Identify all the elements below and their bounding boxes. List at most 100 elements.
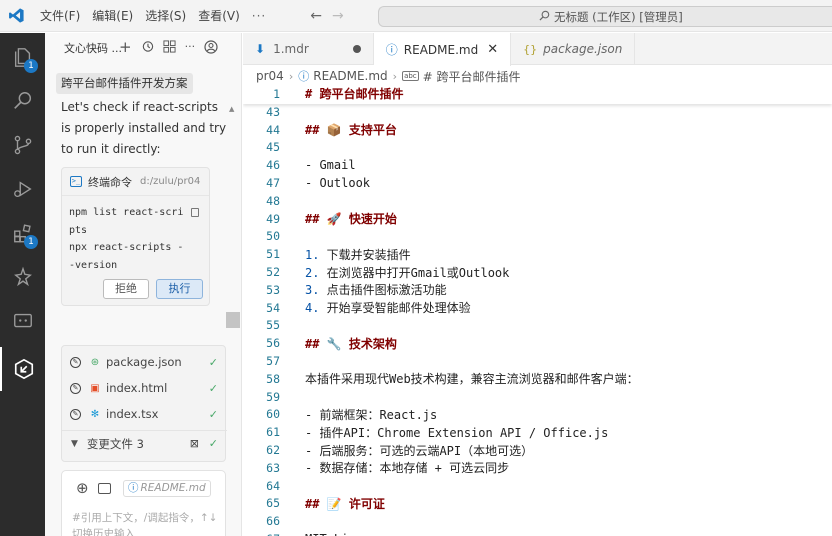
code-line-row[interactable]: 65 ## 📝 许可证 [243,495,832,513]
code-line-row[interactable]: 43 [243,103,832,121]
run-debug-icon[interactable] [0,167,45,211]
tab-readme[interactable]: ⓘ README.md ✕ [373,33,512,66]
file-name: package.json [106,355,182,369]
edit-icon: ✎ [70,408,81,420]
workspace-title: 无标题 (工作区) [管理员] [554,9,683,24]
changed-files-summary[interactable]: ▼ 变更文件 3 ⊠ ✓ [62,430,227,456]
chat-input-placeholder[interactable]: #引用上下文，/调起指令，↑↓切换历史输入 [72,510,220,536]
file-row[interactable]: ✎ ✻ index.tsx ✓ [62,401,227,427]
menu-more[interactable]: ··· [246,0,272,32]
diff-view-icon[interactable]: ⊠ [190,437,199,450]
info-icon: ⓘ [128,482,139,494]
explorer-badge: 1 [24,59,38,73]
line-number: 43 [266,104,280,119]
extensions-badge: 1 [24,235,38,249]
code-line-row[interactable]: 63 - 数据存储：本地存储 + 可选云同步 [243,459,832,477]
code-line: ## 🔧 技术架构 [305,336,397,351]
menu-file[interactable]: 文件(F) [34,0,86,32]
code-line-row[interactable]: 46 - Gmail [243,156,832,174]
file-name: index.html [106,381,168,395]
code-line-row[interactable]: 60 - 前端框架：React.js [243,406,832,424]
chat-input-box[interactable]: ⊕ ⓘ README.md #引用上下文，/调起指令，↑↓切换历史输入 [61,470,226,536]
close-icon[interactable]: ✕ [487,42,498,57]
tab-package-json[interactable]: {} package.json [511,33,636,65]
code-line-row[interactable]: 67 MIT License [243,530,832,536]
account-icon[interactable] [204,40,218,57]
back-arrow-icon[interactable]: ← [310,8,322,24]
file-row[interactable]: ✎ ▣ index.html ✓ [62,375,227,401]
tab-1-mdr[interactable]: ⬇ 1.mdr [243,33,374,65]
chat-header: 文心快码 ... + ··· [45,33,241,63]
code-line-row[interactable]: 52 2. 在浏览器中打开Gmail或Outlook [243,263,832,281]
search-sidebar-icon[interactable] [0,79,45,123]
breadcrumb-symbol[interactable]: # 跨平台邮件插件 [423,68,521,85]
info-icon: ⓘ [298,70,310,83]
breadcrumb-file[interactable]: README.md [313,69,387,83]
terminal-card-title: 终端命令 [88,175,132,189]
code-line-row[interactable]: 58 本插件采用现代Web技术构建，兼容主流浏览器和邮件客户端： [243,370,832,388]
wenxin-comate-icon[interactable] [0,347,45,391]
code-line-row[interactable]: 48 [243,192,832,210]
unsaved-dot-icon[interactable] [352,45,361,53]
code-line: # 跨平台邮件插件 [305,87,404,102]
more-icon[interactable]: ··· [185,40,196,57]
line-number: 59 [266,389,280,404]
reject-button[interactable]: 拒绝 [103,279,149,299]
code-line-row[interactable]: 64 [243,477,832,495]
ai-assistant-icon[interactable] [0,255,45,299]
check-icon: ✓ [208,407,218,421]
add-context-icon[interactable]: ⊕ [76,479,89,497]
breadcrumb-folder[interactable]: pr04 [256,69,284,83]
line-number: 51 [266,247,280,262]
line-number: 57 [266,354,280,369]
line-number: 63 [266,460,280,475]
download-arrow-icon: ⬇ [255,42,266,56]
code-line-row[interactable]: 47 - Outlook [243,174,832,192]
code-line-row[interactable]: 54 4. 开始享受智能邮件处理体验 [243,299,832,317]
remote-explorer-icon[interactable] [0,299,45,343]
chat-scrollbar-thumb[interactable] [226,312,240,328]
new-chat-icon[interactable]: + [119,40,132,57]
history-icon[interactable] [141,40,154,57]
code-line-row[interactable]: 51 1. 下载并安装插件 [243,245,832,263]
search-icon [539,10,550,24]
image-icon[interactable] [98,483,111,494]
menu-view[interactable]: 查看(V) [192,0,246,32]
code-line-row[interactable]: 59 [243,388,832,406]
source-control-icon[interactable] [0,123,45,167]
layout-icon[interactable] [163,40,176,57]
line-number: 66 [266,514,280,529]
run-button[interactable]: 执行 [156,279,203,299]
extensions-icon[interactable]: 1 [0,211,45,255]
line-number: 45 [266,140,280,155]
sticky-scroll-header[interactable]: 1 # 跨平台邮件插件 [243,85,832,104]
changed-files-label: 变更文件 3 [86,436,144,451]
code-editor[interactable]: 1 # 跨平台邮件插件 43 44 ## 📦 支持平台 45 46 - Gmail 47 - … [243,85,832,536]
code-line-row[interactable]: 45 [243,139,832,157]
check-all-icon[interactable]: ✓ [209,437,218,450]
code-line: MIT License [305,532,384,536]
code-line-row[interactable]: 50 [243,228,832,246]
line-number: 61 [266,425,280,440]
copy-icon[interactable] [191,208,199,217]
explorer-icon[interactable]: 1 [0,35,45,79]
code-line-row[interactable]: 55 [243,317,832,335]
check-icon: ✓ [208,355,218,369]
code-line-row[interactable]: 44 ## 📦 支持平台 [243,121,832,139]
line-number: 64 [266,478,280,493]
forward-arrow-icon[interactable]: → [332,8,344,24]
code-line-row[interactable]: 62 - 后端服务：可选的云端API（本地可选） [243,441,832,459]
menu-edit[interactable]: 编辑(E) [86,0,139,32]
code-line-row[interactable]: 53 3. 点击插件图标激活功能 [243,281,832,299]
menu-selection[interactable]: 选择(S) [139,0,192,32]
context-file-chip[interactable]: ⓘ README.md [123,480,211,497]
code-line-row[interactable]: 57 [243,352,832,370]
command-center-search[interactable]: 无标题 (工作区) [管理员] [378,6,832,27]
code-line-row[interactable]: 66 [243,512,832,530]
code-line-row[interactable]: 61 - 插件API：Chrome Extension API / Office.… [243,423,832,441]
terminal-icon: >_ [70,176,82,187]
edit-icon: ✎ [70,356,81,368]
code-line-row[interactable]: 56 ## 🔧 技术架构 [243,334,832,352]
file-row[interactable]: ✎ ⊛ package.json ✓ [62,349,227,375]
code-line-row[interactable]: 49 ## 🚀 快速开始 [243,210,832,228]
